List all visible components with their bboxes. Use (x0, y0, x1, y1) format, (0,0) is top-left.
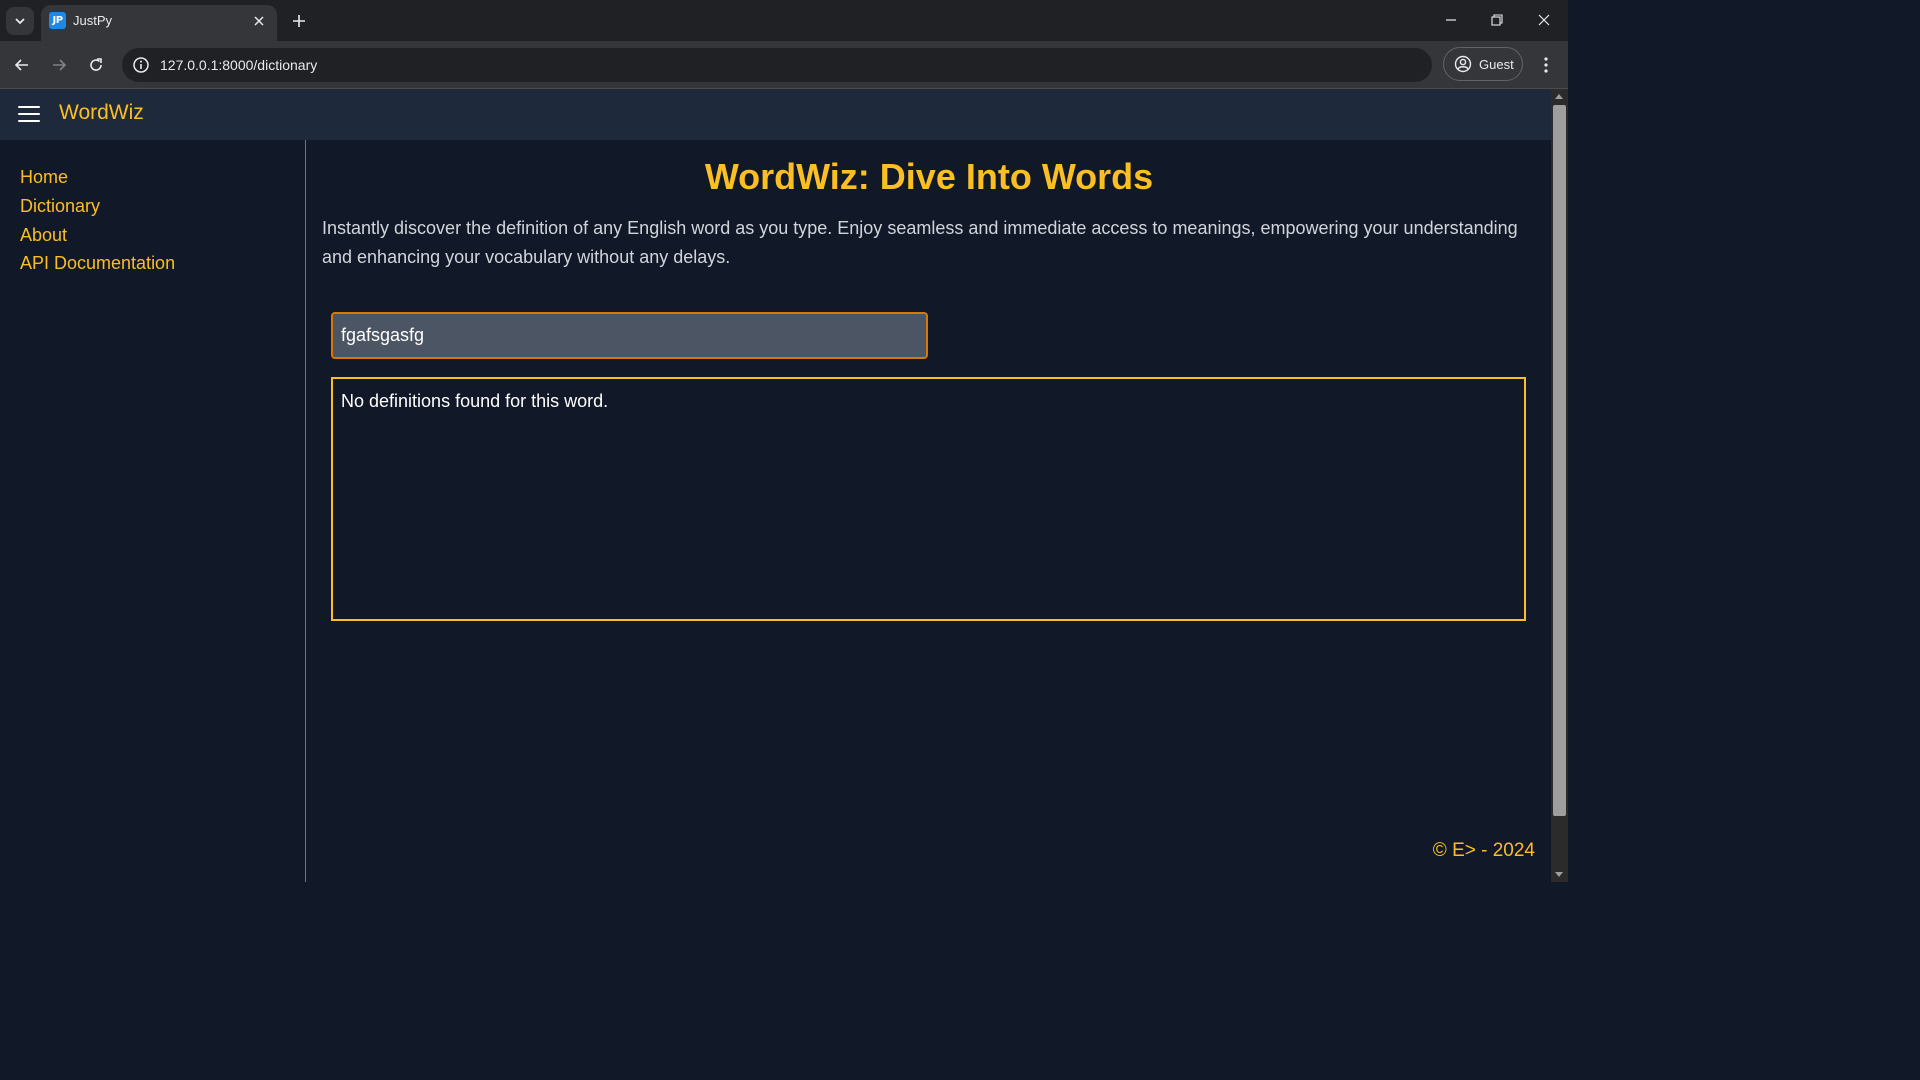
sidebar-item-about[interactable]: About (20, 225, 67, 246)
url-text: 127.0.0.1:8000/dictionary (160, 57, 318, 73)
sidebar-item-dictionary[interactable]: Dictionary (20, 196, 100, 217)
sidebar: Home Dictionary About API Documentation (0, 140, 306, 882)
app-page: WordWiz Home Dictionary About API Docume… (0, 89, 1551, 882)
profile-button[interactable]: Guest (1443, 47, 1523, 81)
close-icon (1538, 14, 1550, 26)
tab-title: JustPy (73, 13, 113, 28)
close-icon (254, 16, 264, 26)
brand-title[interactable]: WordWiz (59, 101, 144, 125)
restore-icon (1491, 14, 1503, 26)
forward-button[interactable] (45, 51, 73, 79)
sidebar-item-api-documentation[interactable]: API Documentation (20, 253, 175, 274)
app-header: WordWiz (0, 89, 1551, 140)
arrow-right-icon (53, 59, 67, 71)
browser-tab-active[interactable]: JP JustPy (41, 5, 277, 41)
main-content: WordWiz: Dive Into Words Instantly disco… (307, 140, 1551, 882)
address-bar[interactable]: 127.0.0.1:8000/dictionary (122, 48, 1432, 82)
intro-text: Instantly discover the definition of any… (322, 218, 1518, 267)
new-tab-button[interactable] (287, 9, 311, 33)
browser-toolbar: 127.0.0.1:8000/dictionary Guest (0, 41, 1568, 89)
restore-button[interactable] (1482, 6, 1512, 34)
footer-copyright: © E> - 2024 (1432, 840, 1535, 861)
minimize-icon (1446, 19, 1456, 21)
info-icon[interactable] (132, 56, 150, 74)
scroll-up-icon[interactable] (1555, 94, 1563, 99)
page-scrollbar[interactable] (1551, 89, 1568, 882)
more-vert-icon (1544, 57, 1548, 73)
tab-search-button[interactable] (6, 7, 34, 35)
favicon-icon: JP (49, 12, 66, 29)
scroll-thumb[interactable] (1553, 105, 1566, 816)
chevron-down-icon (15, 18, 25, 25)
minimize-button[interactable] (1436, 6, 1466, 34)
page-title: WordWiz: Dive Into Words (704, 156, 1154, 197)
tab-close-button[interactable] (249, 11, 269, 31)
close-window-button[interactable] (1529, 6, 1559, 34)
back-button[interactable] (8, 51, 36, 79)
scroll-down-icon[interactable] (1555, 872, 1563, 877)
definition-output: No definitions found for this word. (331, 377, 1526, 621)
browser-menu-button[interactable] (1534, 53, 1558, 77)
plus-icon (293, 15, 305, 27)
menu-icon[interactable] (18, 104, 40, 124)
reload-button[interactable] (82, 51, 110, 79)
result-message: No definitions found for this word. (341, 391, 609, 411)
profile-icon (1454, 55, 1472, 73)
browser-tabstrip: JP JustPy (0, 0, 1568, 41)
word-search-input[interactable] (331, 312, 928, 359)
sidebar-item-home[interactable]: Home (20, 167, 68, 188)
reload-icon (90, 58, 102, 71)
arrow-left-icon (14, 59, 28, 71)
profile-label: Guest (1479, 56, 1514, 72)
